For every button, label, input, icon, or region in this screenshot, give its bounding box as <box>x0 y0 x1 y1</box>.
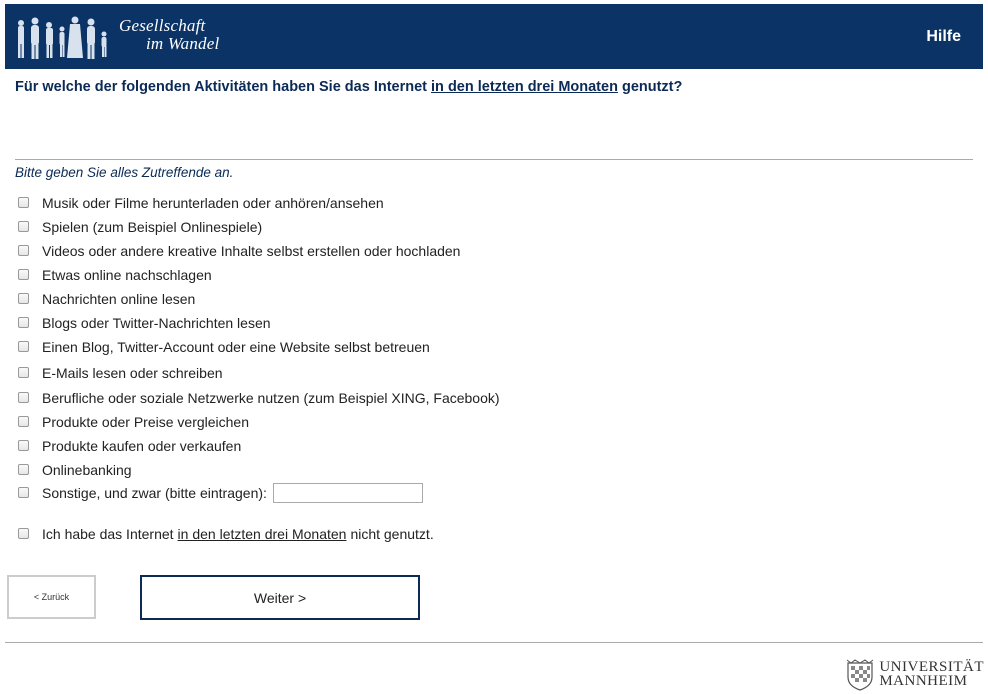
divider <box>15 159 973 160</box>
question-timeframe-link[interactable]: in den letzten drei Monaten <box>431 79 618 95</box>
help-link[interactable]: Hilfe <box>926 28 961 46</box>
checkbox[interactable] <box>18 439 29 451</box>
option-games[interactable]: Spielen (zum Beispiel Onlinespiele) <box>18 217 262 237</box>
checkbox[interactable] <box>18 196 29 208</box>
checkbox[interactable] <box>18 244 29 256</box>
option-music[interactable]: Musik oder Filme herunterladen oder anhö… <box>18 193 384 213</box>
checkbox[interactable] <box>18 527 29 539</box>
header-bar: Gesellschaft im Wandel Hilfe <box>5 4 983 69</box>
other-text-field[interactable] <box>272 483 423 503</box>
back-button[interactable]: < Zurück <box>7 575 96 619</box>
option-email[interactable]: E-Mails lesen oder schreiben <box>18 363 223 383</box>
checkbox[interactable] <box>18 340 29 352</box>
checkbox[interactable] <box>18 486 29 498</box>
logo-title-line2: im Wandel <box>146 34 220 53</box>
option-other[interactable]: Sonstige, und zwar (bitte eintragen): <box>18 483 423 503</box>
university-seal-icon <box>847 659 874 691</box>
option-none[interactable]: Ich habe das Internet in den letzten dre… <box>18 524 434 544</box>
logo-title-line1: Gesellschaft <box>119 16 206 35</box>
checkbox[interactable] <box>18 463 29 475</box>
checkbox[interactable] <box>18 316 29 328</box>
checkbox[interactable] <box>18 220 29 232</box>
option-own-blog[interactable]: Einen Blog, Twitter-Account oder eine We… <box>18 337 430 357</box>
university-logo: UNIVERSITÄT MANNHEIM <box>844 657 984 691</box>
option-buy-sell[interactable]: Produkte kaufen oder verkaufen <box>18 436 241 456</box>
option-lookup[interactable]: Etwas online nachschlagen <box>18 265 212 285</box>
option-banking[interactable]: Onlinebanking <box>18 460 132 480</box>
none-timeframe-link[interactable]: in den letzten drei Monaten <box>178 526 347 542</box>
option-networks[interactable]: Berufliche oder soziale Netzwerke nutzen… <box>18 388 500 408</box>
option-read-blogs[interactable]: Blogs oder Twitter-Nachrichten lesen <box>18 313 271 333</box>
next-button[interactable]: Weiter > <box>140 575 420 620</box>
option-compare-prices[interactable]: Produkte oder Preise vergleichen <box>18 412 249 432</box>
checkbox[interactable] <box>18 268 29 280</box>
instruction-hint: Bitte geben Sie alles Zutreffende an. <box>15 165 234 180</box>
checkbox[interactable] <box>18 366 29 378</box>
question-text: Für welche der folgenden Aktivitäten hab… <box>15 79 683 95</box>
option-create-videos[interactable]: Videos oder andere kreative Inhalte selb… <box>18 241 460 261</box>
university-name-line2: MANNHEIM <box>879 673 968 689</box>
option-news[interactable]: Nachrichten online lesen <box>18 289 195 309</box>
footer-divider <box>5 642 983 643</box>
checkbox[interactable] <box>18 391 29 403</box>
checkbox[interactable] <box>18 292 29 304</box>
checkbox[interactable] <box>18 415 29 427</box>
university-name-line1: UNIVERSITÄT <box>879 659 984 675</box>
